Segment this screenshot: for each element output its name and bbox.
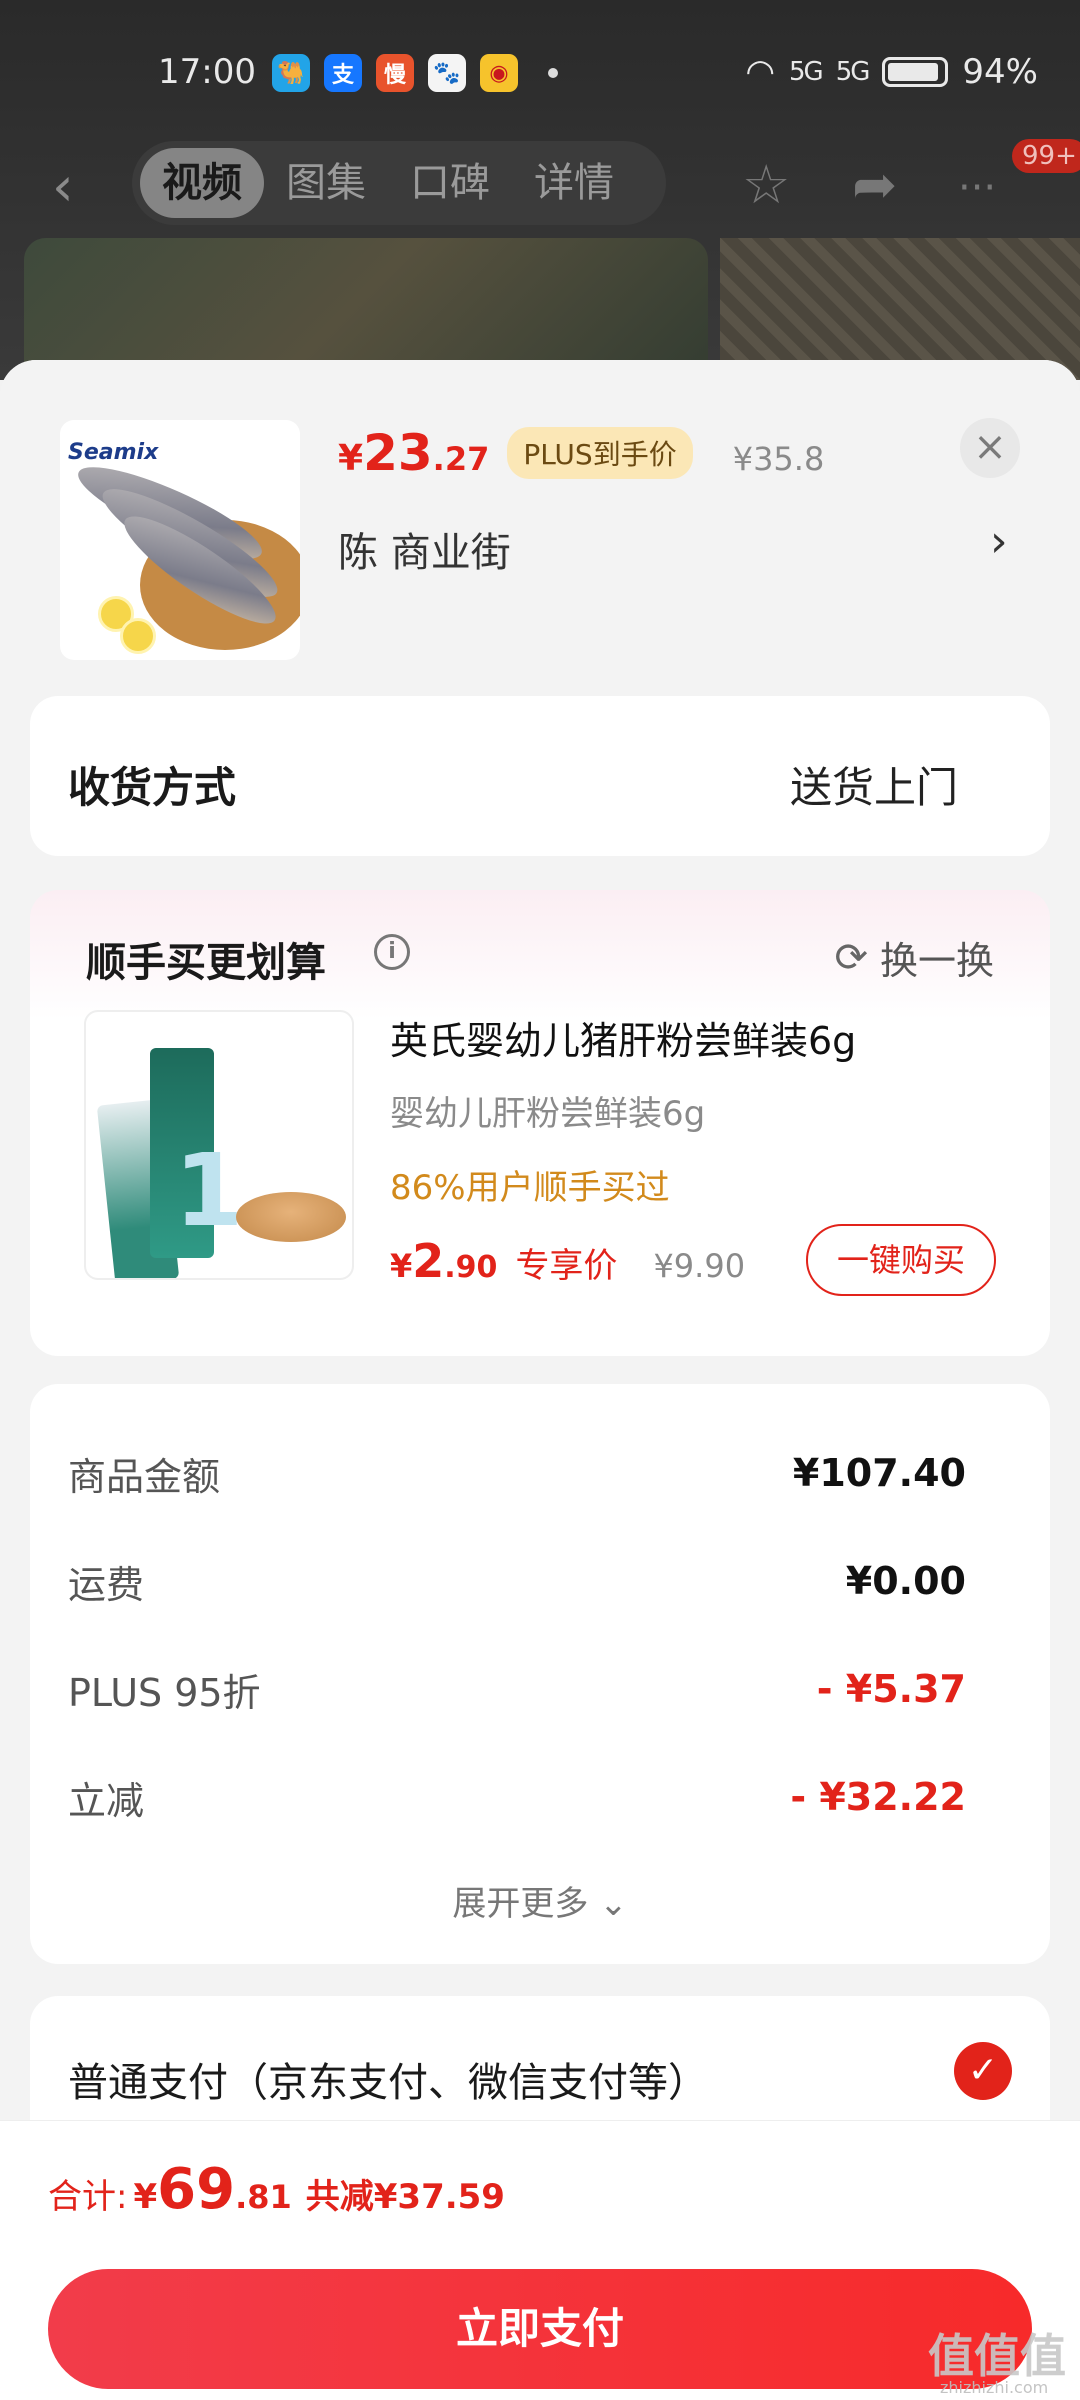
upsell-item-subtitle: 婴幼儿肝粉尝鲜装6g xyxy=(390,1094,706,1134)
payment-method-label: 普通支付（京东支付、微信支付等） xyxy=(68,2060,708,2106)
tab-reviews[interactable]: 口碑 xyxy=(388,148,512,218)
brand-logo: Seamix xyxy=(68,440,159,465)
signal-icon: 5G xyxy=(789,57,824,87)
more-notifications-dot xyxy=(548,68,558,78)
refresh-icon: ⟳ xyxy=(834,934,868,981)
price-decimal: .90 xyxy=(444,1250,498,1285)
summary-row-label: 商品金额 xyxy=(68,1454,221,1499)
media-tabs: 视频 图集 口碑 详情 xyxy=(132,141,666,225)
wifi-icon: ◠ xyxy=(745,52,776,92)
upsell-title: 顺手买更划算 xyxy=(86,940,326,986)
price-currency: ¥ xyxy=(338,438,364,479)
summary-row-value: ¥107.40 xyxy=(792,1451,966,1495)
battery-icon xyxy=(882,57,949,87)
image-preview xyxy=(720,238,1080,380)
product-header: Seamix ¥ 23 .27 PLUS到手价 ¥35.8 × 陈 商业街 › xyxy=(0,360,1080,700)
package-number: 1 xyxy=(174,1132,244,1249)
top-nav: ‹ 视频 图集 口碑 详情 ☆ ➦ ··· 99+ xyxy=(0,135,1080,225)
status-time: 17:00 xyxy=(158,52,256,92)
camel-app-icon: 🐫 xyxy=(272,54,310,92)
lemon-slice xyxy=(120,618,156,654)
total-label: 合计: xyxy=(48,2177,128,2217)
signal-icon-2: 5G xyxy=(835,57,871,87)
summary-row-label: PLUS 95折 xyxy=(68,1670,261,1715)
delivery-method-card[interactable]: 收货方式 送货上门 xyxy=(30,696,1050,856)
total-currency: ¥ xyxy=(133,2177,158,2217)
info-icon[interactable]: i xyxy=(374,934,410,970)
tab-video[interactable]: 视频 xyxy=(140,148,264,218)
upsell-card: 顺手买更划算 i ⟳ 换一换 1 英氏婴幼儿猪肝粉尝鲜装6g 婴幼儿肝粉尝鲜装6… xyxy=(30,890,1050,1356)
one-click-buy-button[interactable]: 一键购买 xyxy=(806,1224,996,1296)
status-right: ◠ 5G 5G 94% xyxy=(745,52,1038,92)
manman-app-icon: 慢 xyxy=(376,54,414,92)
notification-icons: 🐫 支 慢 🐾 ◉ xyxy=(272,54,518,92)
watermark-url: zhizhizhi.com xyxy=(940,2378,1049,2397)
checkout-sheet: Seamix ¥ 23 .27 PLUS到手价 ¥35.8 × 陈 商业街 › … xyxy=(0,360,1080,2400)
share-icon[interactable]: ➦ xyxy=(852,153,897,216)
status-bar: 17:00 🐫 支 慢 🐾 ◉ ◠ 5G 5G 94% xyxy=(0,38,1080,108)
upsell-original-price: ¥9.90 xyxy=(653,1247,746,1285)
pay-now-button[interactable]: 立即支付 xyxy=(48,2269,1032,2389)
chevron-right-icon[interactable]: › xyxy=(990,516,1008,567)
upsell-thumbnail[interactable]: 1 xyxy=(84,1010,354,1280)
checkmark-icon[interactable]: ✓ xyxy=(954,2042,1012,2100)
swap-button[interactable]: ⟳ 换一换 xyxy=(834,930,994,985)
price-decimal: .27 xyxy=(432,440,490,478)
upsell-price-line: ¥ 2 .90 专享价 ¥9.90 xyxy=(390,1234,745,1288)
summary-row-value: ¥0.00 xyxy=(845,1559,966,1603)
tab-gallery[interactable]: 图集 xyxy=(264,148,388,218)
watermark-logo: 值值值 xyxy=(928,2329,1066,2383)
battery-level: 94% xyxy=(962,52,1038,92)
delivery-method-value[interactable]: 送货上门 xyxy=(790,754,958,815)
summary-row-label: 运费 xyxy=(68,1562,145,1607)
tab-details[interactable]: 详情 xyxy=(512,148,636,218)
summary-row-label: 立减 xyxy=(68,1778,145,1823)
summary-row-value: - ¥5.37 xyxy=(816,1667,966,1711)
total-line: 合计: ¥ 69 .81 共减¥37.59 xyxy=(48,2157,505,2222)
exclusive-price-tag: 专享价 xyxy=(515,1246,618,1286)
price-integer: 23 xyxy=(363,424,433,482)
video-preview xyxy=(24,238,708,380)
original-price: ¥35.8 xyxy=(732,440,825,478)
weibo-icon: ◉ xyxy=(480,54,518,92)
total-saved: 共减¥37.59 xyxy=(305,2177,505,2217)
summary-row: 立减 - ¥32.22 xyxy=(68,1762,966,1832)
delivery-method-label: 收货方式 xyxy=(68,763,237,812)
total-decimal: .81 xyxy=(235,2178,292,2216)
powder-image xyxy=(236,1192,346,1242)
expand-more-button[interactable]: 展开更多 ⌄ xyxy=(30,1876,1050,1925)
summary-row: PLUS 95折 - ¥5.37 xyxy=(68,1654,966,1724)
upsell-item-name[interactable]: 英氏婴幼儿猪肝粉尝鲜装6g xyxy=(390,1010,856,1065)
background-page: 17:00 🐫 支 慢 🐾 ◉ ◠ 5G 5G 94% ‹ 视频 图集 口碑 详… xyxy=(0,0,1080,380)
back-icon[interactable]: ‹ xyxy=(52,155,74,218)
checkout-footer: 合计: ¥ 69 .81 共减¥37.59 立即支付 xyxy=(0,2120,1080,2400)
message-badge: 99+ xyxy=(1012,139,1080,173)
product-thumbnail: Seamix xyxy=(60,420,300,660)
summary-row: 商品金额 ¥107.40 xyxy=(68,1438,966,1508)
total-integer: 69 xyxy=(157,2157,236,2222)
alipay-icon: 支 xyxy=(324,54,362,92)
close-button[interactable]: × xyxy=(960,418,1020,478)
summary-row-value: - ¥32.22 xyxy=(790,1775,966,1819)
star-icon[interactable]: ☆ xyxy=(742,153,790,216)
price-integer: 2 xyxy=(412,1234,445,1288)
price-currency: ¥ xyxy=(390,1247,413,1285)
price-summary-card: 商品金额 ¥107.40 运费 ¥0.00 PLUS 95折 - ¥5.37 立… xyxy=(30,1384,1050,1964)
product-price-line: ¥ 23 .27 PLUS到手价 ¥35.8 xyxy=(338,424,824,485)
delivery-address[interactable]: 陈 商业街 xyxy=(338,520,511,578)
baidu-icon: 🐾 xyxy=(428,54,466,92)
swap-label: 换一换 xyxy=(879,939,994,983)
upsell-social-proof: 86%用户顺手买过 xyxy=(390,1168,670,1208)
plus-price-tag: PLUS到手价 xyxy=(507,427,693,479)
more-icon[interactable]: ··· xyxy=(958,165,996,211)
summary-row: 运费 ¥0.00 xyxy=(68,1546,966,1616)
